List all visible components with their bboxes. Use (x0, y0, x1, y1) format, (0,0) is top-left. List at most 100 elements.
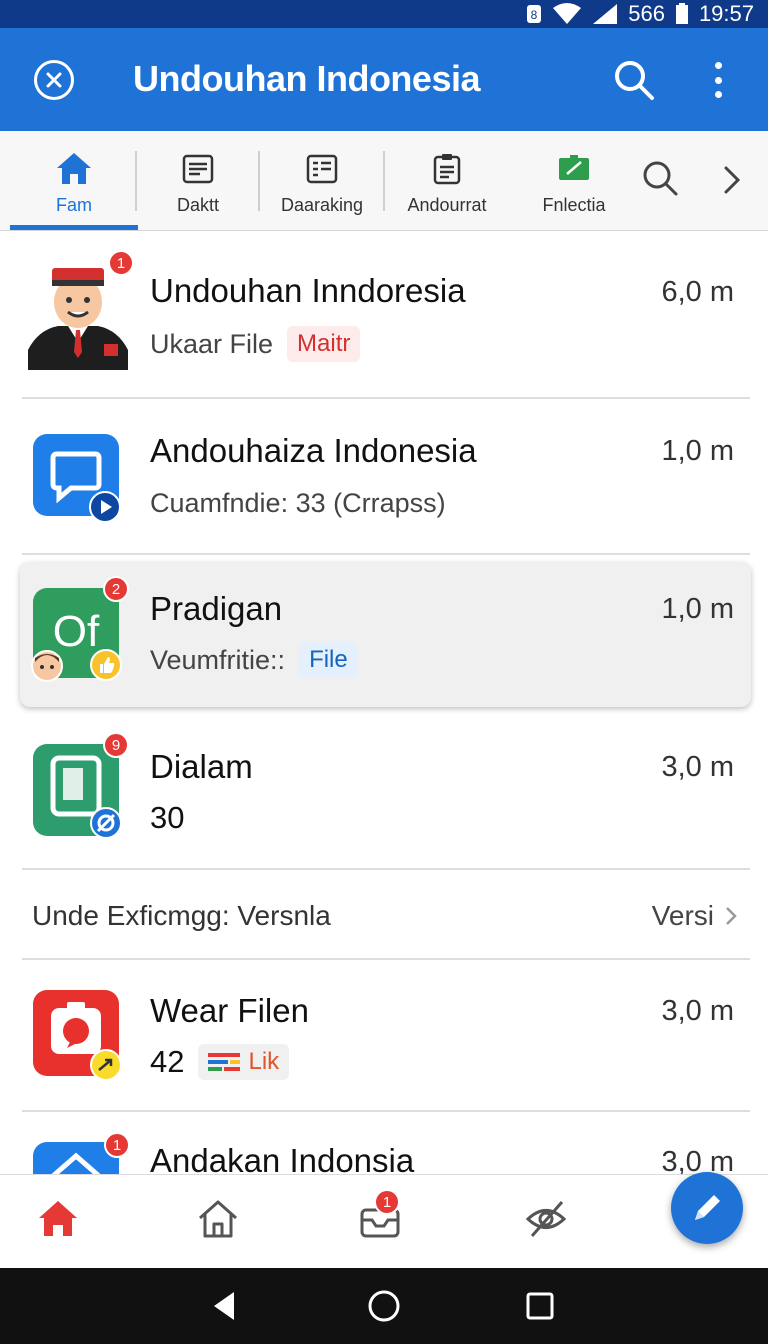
item-subtitle-text: 30 (150, 800, 185, 835)
item-title: Wear Filen (150, 992, 309, 1029)
notification-badge: 1 (108, 250, 134, 276)
item-size: 3,0 m (661, 751, 734, 783)
svg-text:8: 8 (531, 8, 538, 22)
list-item-selected[interactable]: Of 2 Pradigan Veumfritie:: File 1,0 m (0, 562, 768, 707)
sync-icon (90, 807, 122, 839)
item-subtitle: Veumfritie:: File (150, 642, 358, 678)
item-subtitle-text: 42 (150, 1044, 185, 1079)
pencil-icon (695, 1195, 720, 1220)
section-link-label: Versi (651, 900, 714, 931)
colorful-bars-icon (208, 1053, 241, 1071)
section-link[interactable]: Versi (652, 900, 738, 932)
home-icon (55, 149, 93, 189)
more-options-button[interactable] (706, 60, 730, 100)
item-title: Andakan Indonsia (150, 1142, 415, 1174)
item-size: 6,0 m (661, 276, 734, 308)
item-title: Undouhan Inndoresia (150, 272, 466, 309)
app-icon: 9 (33, 732, 129, 839)
item-subtitle: Cuamfndie: 33 (Crrapss) (150, 488, 446, 519)
chevron-right-icon (724, 166, 741, 194)
item-size: 1,0 m (661, 435, 734, 467)
compose-fab-button[interactable] (671, 1172, 743, 1244)
notification-badge: 1 (104, 1132, 130, 1158)
tab-divider (258, 151, 260, 211)
search-icon (615, 61, 654, 100)
item-size: 1,0 m (661, 593, 734, 625)
tag-chip: File (299, 642, 358, 678)
list-item[interactable]: Wear Filen 42 Lik 3,0 m (0, 960, 768, 1110)
signal-text: 566 (628, 1, 665, 26)
tab-divider (383, 151, 385, 211)
tab-scroll-next-button[interactable] (716, 160, 746, 200)
nav-home-button[interactable] (34, 1195, 82, 1243)
notification-icon: 8 (526, 4, 542, 24)
back-triangle-icon (214, 1292, 234, 1320)
tab-label: Fam (56, 195, 92, 215)
nav-hidden-button[interactable] (522, 1195, 570, 1243)
item-subtitle-text: Ukaar File (150, 328, 274, 359)
wifi-icon (552, 3, 582, 25)
tab-daaraking[interactable]: Daaraking (276, 149, 368, 229)
nav-house-button[interactable] (194, 1195, 242, 1243)
tab-label: Daktt (176, 195, 219, 215)
search-icon (643, 161, 678, 196)
businessman-avatar-icon (28, 260, 128, 370)
nav-inbox-button[interactable]: 1 (356, 1189, 404, 1243)
item-subtitle: Ukaar File Maitr (150, 326, 361, 362)
active-tab-indicator (10, 225, 138, 230)
item-subtitle-text: Veumfritie:: (150, 644, 286, 675)
tag-chip: Lik (198, 1044, 290, 1080)
tab-search-button[interactable] (640, 158, 680, 198)
home-circle-icon (368, 1290, 400, 1322)
divider (22, 553, 750, 555)
signal-icon (592, 3, 618, 25)
tag-chip-label: Lik (248, 1048, 280, 1075)
tab-daktt[interactable]: Daktt (158, 149, 238, 229)
section-header[interactable]: Unde Exficmgg: Versnla Versi (0, 870, 768, 958)
search-button[interactable] (612, 58, 656, 102)
item-subtitle: 30 (150, 800, 184, 836)
list-icon (306, 149, 338, 189)
back-button[interactable] (206, 1288, 242, 1324)
item-subtitle-text: Cuamfndie: 33 (Crrapss) (150, 488, 446, 518)
app-bar: Undouhan Indonesia (0, 28, 768, 131)
clipboard-icon (433, 149, 461, 189)
list-item[interactable]: Andouhaiza Indonesia Cuamfndie: 33 (Crra… (0, 400, 768, 554)
status-indicators: 8 566 19:57 (526, 0, 754, 28)
notification-badge: 2 (103, 576, 129, 602)
tag-chip: Maitr (287, 326, 361, 362)
item-size: 3,0 m (661, 1146, 734, 1174)
more-dot-icon (714, 91, 722, 98)
item-title: Pradigan (150, 590, 283, 627)
eye-off-icon (525, 1201, 567, 1237)
tab-label: Fnlectia (542, 195, 606, 215)
thumbs-up-icon (90, 649, 122, 681)
app-icon (33, 990, 122, 1081)
tab-andourrat[interactable]: Andourrat (402, 149, 492, 229)
home-system-button[interactable] (366, 1288, 402, 1324)
tab-label: Andourrat (407, 195, 487, 215)
section-label: Unde Exficmgg: Versnla (32, 900, 331, 931)
clock: 19:57 (698, 1, 754, 26)
close-button[interactable] (34, 60, 74, 100)
tab-fam[interactable]: Fam (34, 149, 114, 229)
item-size: 3,0 m (661, 995, 734, 1027)
tab-divider (135, 151, 137, 211)
play-icon (89, 491, 121, 523)
page-title: Undouhan Indonesia (133, 58, 481, 99)
tab-fnlectia[interactable]: Fnlectia (534, 149, 614, 229)
app-icon: 1 (28, 250, 134, 370)
app-icon (33, 434, 121, 523)
chevron-right-icon (726, 907, 737, 925)
close-icon (46, 72, 62, 88)
item-title: Andouhaiza Indonesia (150, 432, 477, 469)
list-item[interactable]: 9 Dialam 30 3,0 m (0, 712, 768, 870)
list-item[interactable]: 1 Undouhan Inndoresia Ukaar File Maitr 6… (0, 232, 768, 398)
tab-label: Daaraking (280, 195, 364, 215)
bottom-navigation: 1 (0, 1174, 768, 1268)
share-icon (90, 1049, 122, 1081)
notification-badge: 1 (374, 1189, 400, 1215)
battery-icon (675, 3, 689, 25)
divider (22, 397, 750, 399)
recents-button[interactable] (522, 1288, 558, 1324)
